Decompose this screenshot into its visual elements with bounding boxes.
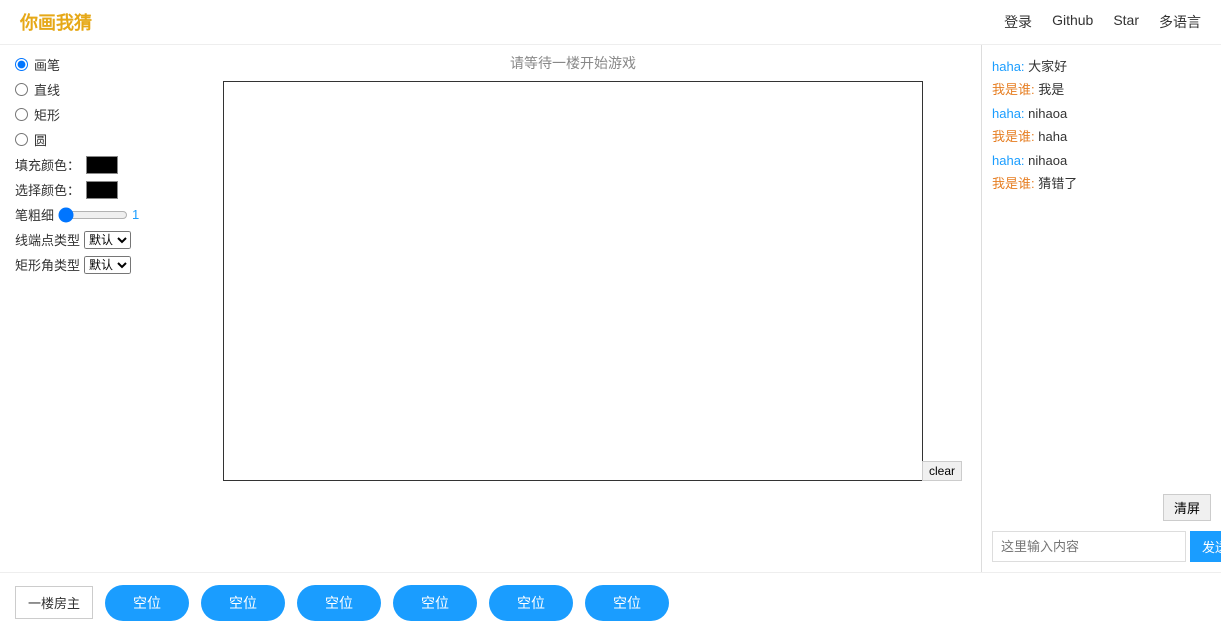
tool-line-radio[interactable] bbox=[15, 83, 28, 96]
chat-text-0: 大家好 bbox=[1028, 59, 1067, 74]
tool-rect-label: 矩形 bbox=[34, 105, 60, 124]
chat-message-5: 我是谁: 猜错了 bbox=[992, 172, 1211, 195]
chat-message-4: haha: nihaoa bbox=[992, 149, 1211, 172]
canvas-container: 请等待一楼开始游戏 clear bbox=[165, 45, 981, 572]
clear-canvas-button[interactable]: clear bbox=[922, 461, 962, 481]
tool-circle-label: 圆 bbox=[34, 130, 47, 149]
stroke-width-slider[interactable] bbox=[58, 207, 128, 223]
chat-user-0: haha: bbox=[992, 59, 1025, 74]
tool-rect[interactable]: 矩形 bbox=[15, 105, 150, 124]
player-bar: 一楼房主 空位 空位 空位 空位 空位 空位 bbox=[0, 572, 1221, 632]
tool-circle[interactable]: 圆 bbox=[15, 130, 150, 149]
player-slot-2[interactable]: 空位 bbox=[297, 585, 381, 621]
drawing-canvas[interactable] bbox=[224, 82, 924, 482]
tool-pen-label: 画笔 bbox=[34, 55, 60, 74]
github-link[interactable]: Github bbox=[1052, 12, 1093, 32]
chat-message-1: 我是谁: 我是 bbox=[992, 78, 1211, 101]
chat-user-5: 我是谁: bbox=[992, 176, 1035, 191]
stroke-color-row: 选择颜色： bbox=[15, 180, 150, 199]
chat-user-1: 我是谁: bbox=[992, 82, 1035, 97]
rect-corner-row: 矩形角类型 默认 bbox=[15, 255, 150, 274]
line-cap-row: 线端点类型 默认 bbox=[15, 230, 150, 249]
player-slot-3[interactable]: 空位 bbox=[393, 585, 477, 621]
stroke-width-value: 1 bbox=[132, 207, 139, 222]
chat-text-5: 猜错了 bbox=[1038, 176, 1077, 191]
star-link[interactable]: Star bbox=[1113, 12, 1139, 32]
host-label: 一楼房主 bbox=[15, 586, 93, 619]
chat-text-3: haha bbox=[1038, 129, 1067, 144]
stroke-width-label: 笔粗细 bbox=[15, 205, 54, 224]
tool-line-label: 直线 bbox=[34, 80, 60, 99]
chat-clear-button[interactable]: 清屏 bbox=[1163, 494, 1211, 521]
canvas-wrapper[interactable]: clear bbox=[223, 81, 923, 481]
chat-input[interactable] bbox=[992, 531, 1186, 562]
line-cap-label: 线端点类型 bbox=[15, 230, 80, 249]
player-slot-5[interactable]: 空位 bbox=[585, 585, 669, 621]
toolbar: 画笔 直线 矩形 圆 填充颜色： 选择颜色： 笔粗细 1 线端点类型 bbox=[0, 45, 165, 572]
player-slot-4[interactable]: 空位 bbox=[489, 585, 573, 621]
fill-color-row: 填充颜色： bbox=[15, 155, 150, 174]
chat-message-2: haha: nihaoa bbox=[992, 102, 1211, 125]
chat-send-button[interactable]: 发送 bbox=[1190, 531, 1221, 562]
chat-text-2: nihaoa bbox=[1028, 106, 1067, 121]
player-slot-0[interactable]: 空位 bbox=[105, 585, 189, 621]
chat-panel: haha: 大家好 我是谁: 我是 haha: nihaoa 我是谁: haha… bbox=[981, 45, 1221, 572]
canvas-status: 请等待一楼开始游戏 bbox=[510, 53, 636, 73]
chat-message-3: 我是谁: haha bbox=[992, 125, 1211, 148]
chat-message-0: haha: 大家好 bbox=[992, 55, 1211, 78]
header-nav: 登录 Github Star 多语言 bbox=[1004, 12, 1201, 32]
chat-user-4: haha: bbox=[992, 153, 1025, 168]
tool-circle-radio[interactable] bbox=[15, 133, 28, 146]
language-link[interactable]: 多语言 bbox=[1159, 12, 1201, 32]
chat-text-1: 我是 bbox=[1038, 82, 1064, 97]
chat-user-3: 我是谁: bbox=[992, 129, 1035, 144]
stroke-width-row: 笔粗细 1 bbox=[15, 205, 150, 224]
chat-user-2: haha: bbox=[992, 106, 1025, 121]
chat-text-4: nihaoa bbox=[1028, 153, 1067, 168]
tool-pen[interactable]: 画笔 bbox=[15, 55, 150, 74]
rect-corner-label: 矩形角类型 bbox=[15, 255, 80, 274]
chat-messages: haha: 大家好 我是谁: 我是 haha: nihaoa 我是谁: haha… bbox=[992, 55, 1211, 494]
app-title: 你画我猜 bbox=[20, 9, 92, 35]
header: 你画我猜 登录 Github Star 多语言 bbox=[0, 0, 1221, 45]
fill-color-picker[interactable] bbox=[86, 156, 118, 174]
tool-rect-radio[interactable] bbox=[15, 108, 28, 121]
line-cap-select[interactable]: 默认 bbox=[84, 231, 131, 249]
player-slot-1[interactable]: 空位 bbox=[201, 585, 285, 621]
main-area: 画笔 直线 矩形 圆 填充颜色： 选择颜色： 笔粗细 1 线端点类型 bbox=[0, 45, 1221, 572]
fill-color-label: 填充颜色： bbox=[15, 155, 80, 174]
chat-input-row: 发送 bbox=[992, 531, 1211, 562]
tool-pen-radio[interactable] bbox=[15, 58, 28, 71]
stroke-color-picker[interactable] bbox=[86, 181, 118, 199]
tool-line[interactable]: 直线 bbox=[15, 80, 150, 99]
rect-corner-select[interactable]: 默认 bbox=[84, 256, 131, 274]
login-link[interactable]: 登录 bbox=[1004, 12, 1032, 32]
stroke-color-label: 选择颜色： bbox=[15, 180, 80, 199]
